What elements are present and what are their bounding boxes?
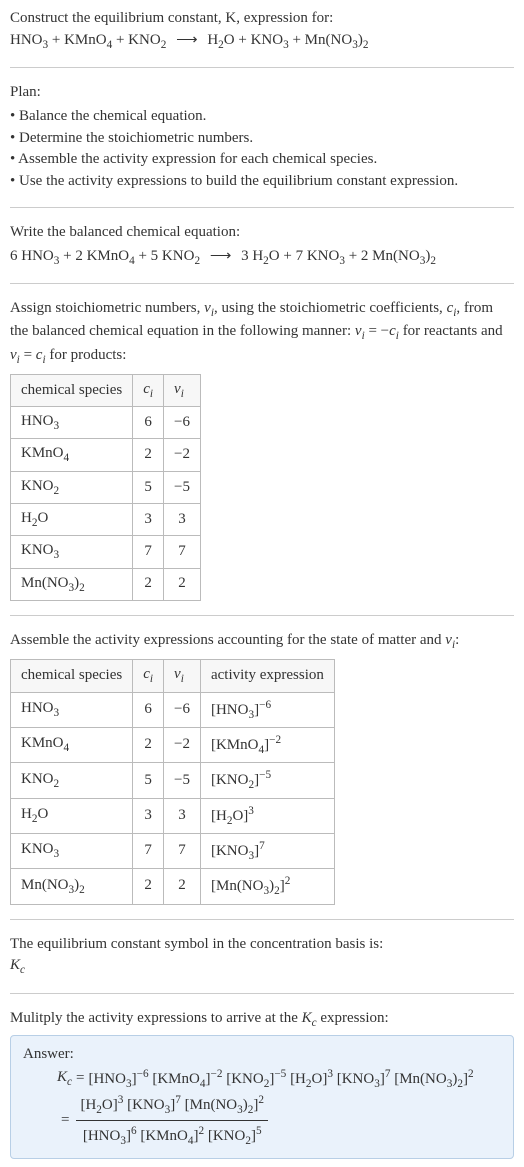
cell-ci: 2 bbox=[133, 568, 164, 600]
title-equation: HNO3 + KMnO4 + KNO2 ⟶ H2O + KNO3 + Mn(NO… bbox=[10, 32, 368, 48]
cell-vi: −2 bbox=[164, 439, 201, 471]
table-row: Mn(NO3)2 2 2 [Mn(NO3)2]2 bbox=[11, 869, 335, 904]
cell-vi: 3 bbox=[164, 504, 201, 536]
col-ci: ci bbox=[133, 660, 164, 692]
cell-vi: 7 bbox=[164, 833, 201, 868]
multiply-intro: Mulitply the activity expressions to arr… bbox=[10, 1008, 514, 1031]
cell-ci: 2 bbox=[133, 439, 164, 471]
plan-item: • Balance the chemical equation. bbox=[10, 106, 514, 128]
cell-vi: −6 bbox=[164, 692, 201, 727]
balanced-equation: 6 HNO3 + 2 KMnO4 + 5 KNO2 ⟶ 3 H2O + 7 KN… bbox=[10, 246, 514, 269]
problem-title: Construct the equilibrium constant, K, e… bbox=[10, 8, 514, 53]
cell-ci: 6 bbox=[133, 692, 164, 727]
answer-expression: Kc = [HNO3]−6 [KMnO4]−2 [KNO2]−5 [H2O]3 … bbox=[23, 1066, 501, 1092]
table-row: KNO2 5 −5 [KNO2]−5 bbox=[11, 763, 335, 798]
cell-vi: −5 bbox=[164, 763, 201, 798]
balanced-label: Write the balanced chemical equation: bbox=[10, 222, 514, 244]
table-header-row: chemical species ci νi bbox=[11, 374, 201, 406]
plan-item: • Use the activity expressions to build … bbox=[10, 171, 514, 193]
col-activity: activity expression bbox=[200, 660, 334, 692]
cell-activity: [HNO3]−6 bbox=[200, 692, 334, 727]
stoich-table: chemical species ci νi HNO3 6 −6 KMnO4 2… bbox=[10, 374, 201, 601]
col-species: chemical species bbox=[11, 374, 133, 406]
cell-ci: 6 bbox=[133, 407, 164, 439]
cell-vi: −6 bbox=[164, 407, 201, 439]
cell-vi: 2 bbox=[164, 568, 201, 600]
activity-intro: Assemble the activity expressions accoun… bbox=[10, 630, 514, 653]
table-header-row: chemical species ci νi activity expressi… bbox=[11, 660, 335, 692]
cell-species: KMnO4 bbox=[11, 439, 133, 471]
balanced-section: Write the balanced chemical equation: 6 … bbox=[10, 222, 514, 269]
table-row: HNO3 6 −6 [HNO3]−6 bbox=[11, 692, 335, 727]
cell-species: H2O bbox=[11, 798, 133, 833]
cell-ci: 3 bbox=[133, 504, 164, 536]
table-row: H2O 3 3 bbox=[11, 504, 201, 536]
table-row: Mn(NO3)2 2 2 bbox=[11, 568, 201, 600]
plan-item: • Assemble the activity expression for e… bbox=[10, 149, 514, 171]
cell-species: Mn(NO3)2 bbox=[11, 568, 133, 600]
answer-box: Answer: Kc = [HNO3]−6 [KMnO4]−2 [KNO2]−5… bbox=[10, 1035, 514, 1159]
stoich-section: Assign stoichiometric numbers, νi, using… bbox=[10, 298, 514, 601]
cell-activity: [H2O]3 bbox=[200, 798, 334, 833]
title-text: Construct the equilibrium constant, K, e… bbox=[10, 10, 333, 26]
cell-ci: 2 bbox=[133, 727, 164, 762]
table-row: KNO3 7 7 [KNO3]7 bbox=[11, 833, 335, 868]
cell-ci: 3 bbox=[133, 798, 164, 833]
table-row: H2O 3 3 [H2O]3 bbox=[11, 798, 335, 833]
col-species: chemical species bbox=[11, 660, 133, 692]
activity-table: chemical species ci νi activity expressi… bbox=[10, 659, 335, 904]
cell-species: HNO3 bbox=[11, 692, 133, 727]
cell-species: HNO3 bbox=[11, 407, 133, 439]
answer-fraction: = [H2O]3 [KNO3]7 [Mn(NO3)2]2 [HNO3]6 [KM… bbox=[23, 1092, 501, 1150]
col-ci: ci bbox=[133, 374, 164, 406]
cell-vi: 7 bbox=[164, 536, 201, 568]
table-row: HNO3 6 −6 bbox=[11, 407, 201, 439]
cell-vi: 3 bbox=[164, 798, 201, 833]
kc-symbol-section: The equilibrium constant symbol in the c… bbox=[10, 934, 514, 979]
cell-ci: 7 bbox=[133, 536, 164, 568]
cell-ci: 5 bbox=[133, 763, 164, 798]
plan-item: • Determine the stoichiometric numbers. bbox=[10, 128, 514, 150]
col-vi: νi bbox=[164, 660, 201, 692]
cell-ci: 7 bbox=[133, 833, 164, 868]
col-vi: νi bbox=[164, 374, 201, 406]
stoich-intro: Assign stoichiometric numbers, νi, using… bbox=[10, 298, 514, 368]
cell-ci: 2 bbox=[133, 869, 164, 904]
cell-vi: −5 bbox=[164, 471, 201, 503]
cell-species: KNO3 bbox=[11, 536, 133, 568]
answer-label: Answer: bbox=[23, 1044, 501, 1066]
cell-activity: [KNO2]−5 bbox=[200, 763, 334, 798]
cell-activity: [KNO3]7 bbox=[200, 833, 334, 868]
cell-activity: [Mn(NO3)2]2 bbox=[200, 869, 334, 904]
cell-ci: 5 bbox=[133, 471, 164, 503]
cell-vi: −2 bbox=[164, 727, 201, 762]
cell-species: KNO3 bbox=[11, 833, 133, 868]
cell-species: H2O bbox=[11, 504, 133, 536]
plan-label: Plan: bbox=[10, 82, 514, 104]
cell-species: KNO2 bbox=[11, 763, 133, 798]
cell-vi: 2 bbox=[164, 869, 201, 904]
activity-section: Assemble the activity expressions accoun… bbox=[10, 630, 514, 905]
cell-activity: [KMnO4]−2 bbox=[200, 727, 334, 762]
table-row: KMnO4 2 −2 bbox=[11, 439, 201, 471]
plan-section: Plan: • Balance the chemical equation. •… bbox=[10, 82, 514, 193]
table-row: KMnO4 2 −2 [KMnO4]−2 bbox=[11, 727, 335, 762]
table-row: KNO3 7 7 bbox=[11, 536, 201, 568]
cell-species: Mn(NO3)2 bbox=[11, 869, 133, 904]
kc-symbol-intro: The equilibrium constant symbol in the c… bbox=[10, 934, 514, 956]
table-row: KNO2 5 −5 bbox=[11, 471, 201, 503]
kc-symbol: Kc bbox=[10, 955, 514, 978]
cell-species: KNO2 bbox=[11, 471, 133, 503]
cell-species: KMnO4 bbox=[11, 727, 133, 762]
